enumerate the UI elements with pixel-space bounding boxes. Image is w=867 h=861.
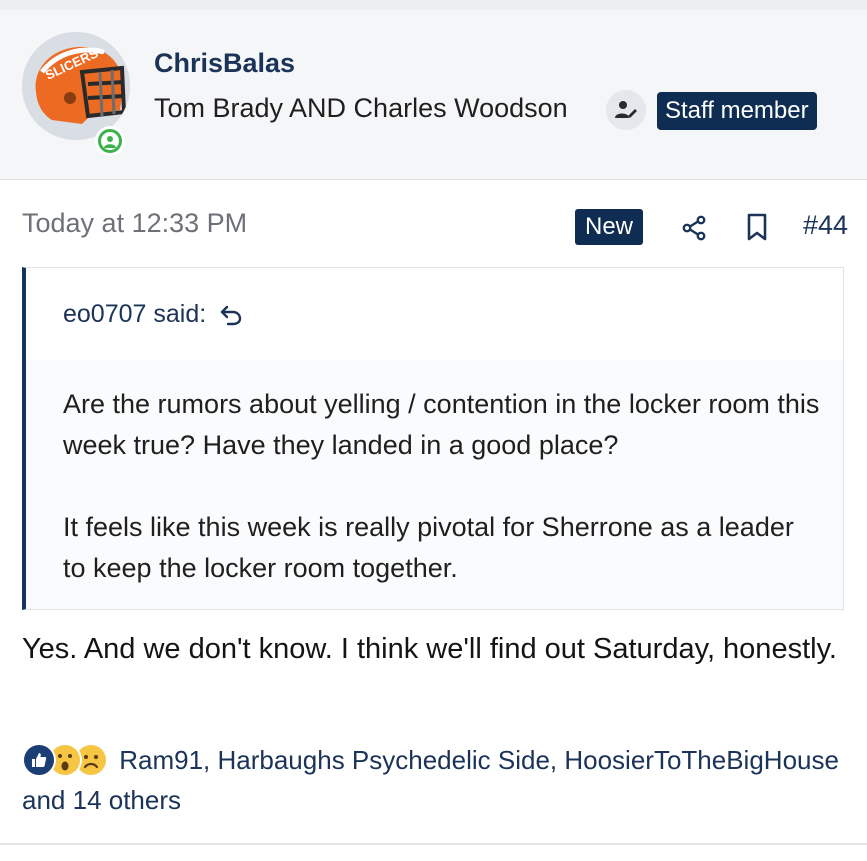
post-meta-bar: Today at 12:33 PM New #44 [0,180,867,268]
user-edit-icon [606,90,646,130]
jump-to-quote-icon[interactable] [219,303,243,327]
share-icon[interactable] [680,214,708,242]
top-strip [0,0,867,10]
quote-block: eo0707 said: Are the rumors about yellin… [22,267,844,610]
post-number-link[interactable]: #44 [803,210,848,241]
reaction-icons[interactable] [22,742,112,778]
bookmark-icon[interactable] [745,212,769,242]
helmet-avatar-image: SLICERS [22,32,130,140]
reaction-summary-link[interactable]: Ram91, Harbaughs Psychedelic Side, Hoosi… [22,745,839,815]
user-header: SLICERS ChrisBalas Tom Brady AND Charles… [0,10,867,180]
new-badge: New [575,209,644,245]
online-status-icon [95,126,125,156]
username-link[interactable]: ChrisBalas [154,48,295,79]
quote-content: Are the rumors about yelling / contentio… [63,384,823,630]
user-title: Tom Brady AND Charles Woodson [154,93,568,123]
quote-header: eo0707 said: [26,268,843,360]
quote-paragraph: Are the rumors about yelling / contentio… [63,389,820,460]
post-body-text: Yes. And we don't know. I think we'll fi… [22,633,837,665]
staff-member-badge: Staff member [657,92,817,130]
divider [0,843,867,845]
quote-paragraph: It feels like this week is really pivota… [63,512,794,583]
like-icon [22,743,56,777]
quote-author-link[interactable]: eo0707 said: [63,300,206,329]
post-timestamp[interactable]: Today at 12:33 PM [22,208,247,239]
reactions-bar[interactable]: Ram91, Harbaughs Psychedelic Side, Hoosi… [22,740,852,820]
avatar[interactable]: SLICERS [22,32,130,140]
